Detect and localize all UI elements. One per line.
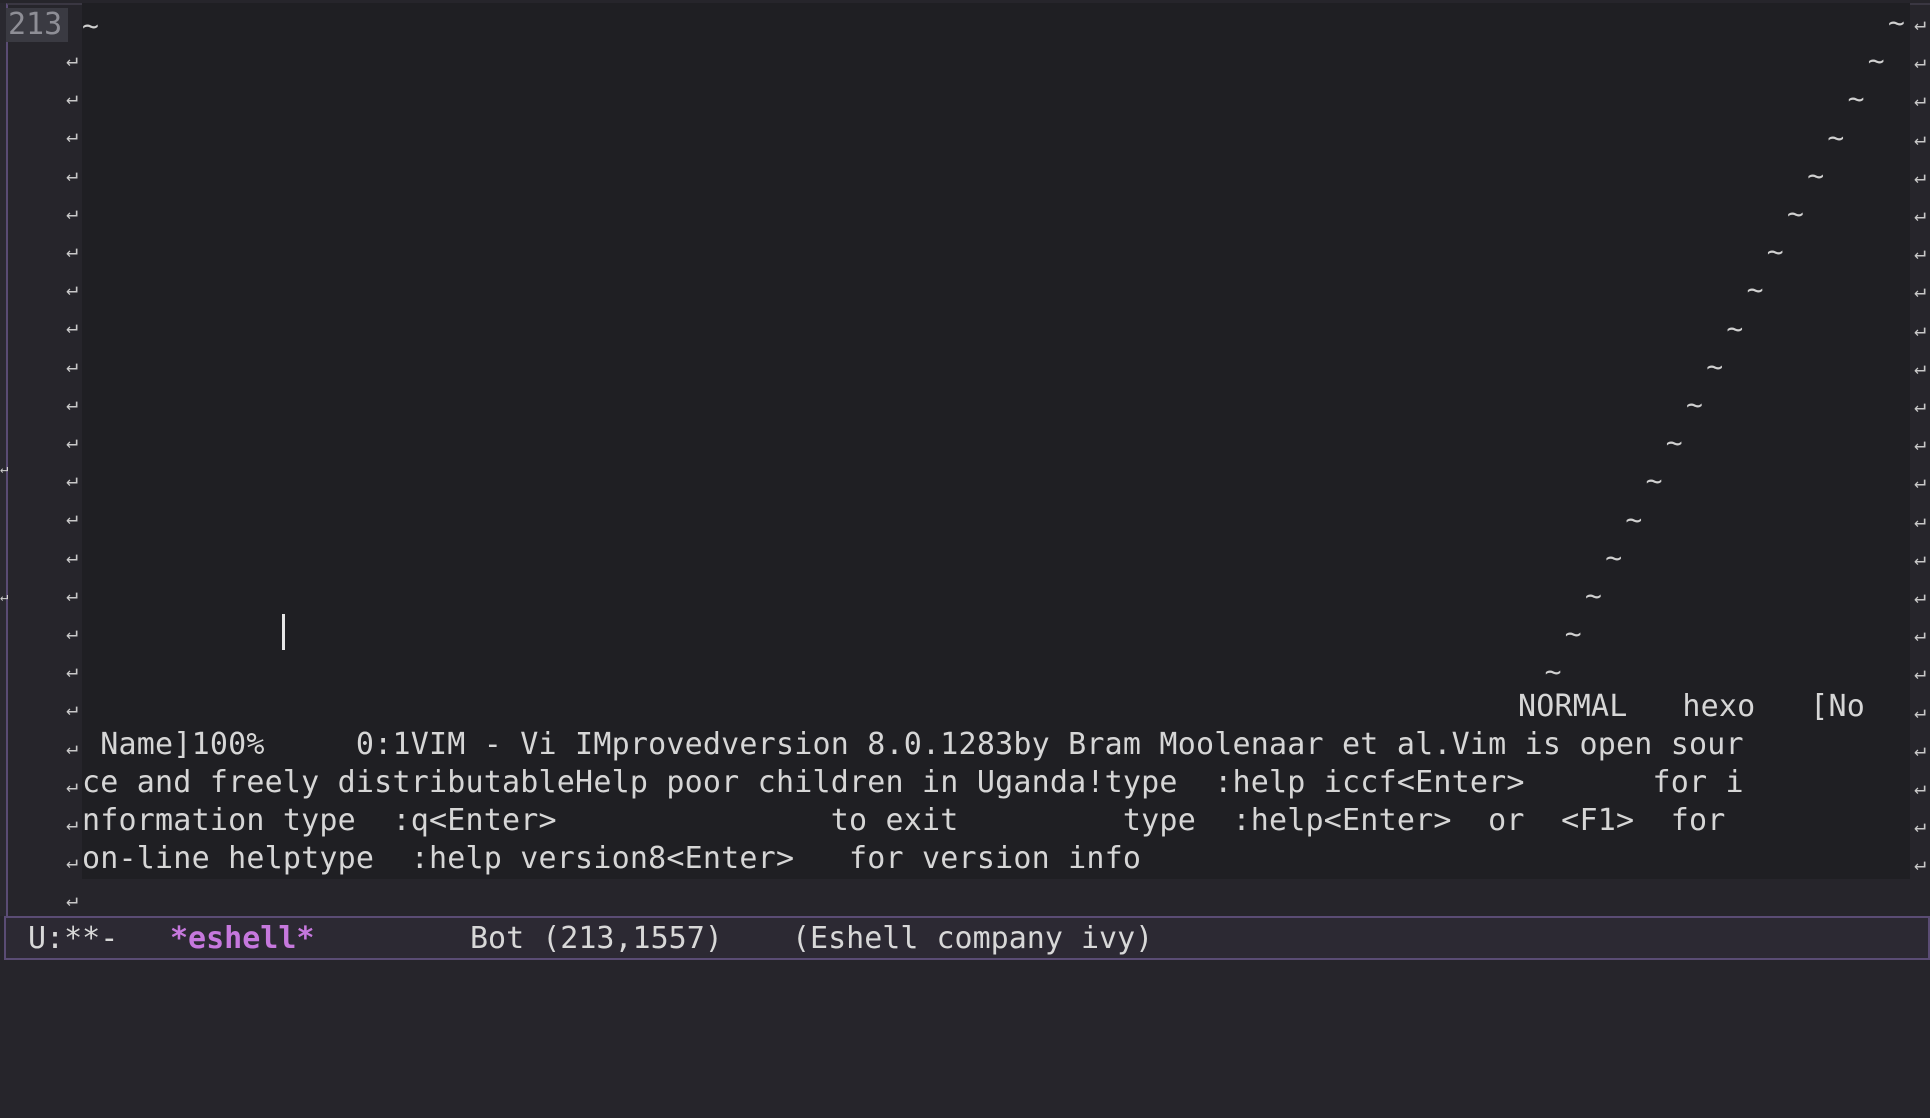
line-wrap-icon: ↵ (65, 658, 79, 683)
line-wrap-icon: ↵ (65, 314, 79, 339)
line-wrap-icon: ↵ (1913, 240, 1927, 265)
line-wrap-icon: ↵ (1913, 316, 1927, 341)
line-wrap-icon: ↵ (1913, 698, 1927, 723)
line-wrap-icon: ↵ (1913, 163, 1927, 188)
line-wrap-icon: ↵ (1913, 202, 1927, 226)
empty-line-tilde: ~ (1766, 235, 1784, 269)
output-line-2: ce and freely distributableHelp poor chi… (82, 765, 1744, 800)
empty-line-tilde: ~ (1827, 120, 1845, 154)
line-wrap-icon: ↵ (65, 429, 79, 453)
line-wrap-icon: ↵ (1913, 775, 1927, 799)
line-wrap-icon: ↵ (1913, 622, 1927, 647)
empty-line-tilde: ~ (1888, 6, 1905, 39)
empty-line-tilde: ~ (1544, 655, 1562, 689)
line-wrap-icon: ↵ (1913, 49, 1927, 74)
empty-line-tilde: ~ (1726, 311, 1744, 345)
line-wrap-icon: ↵ (65, 467, 79, 492)
empty-line-tilde: ~ (1645, 464, 1663, 498)
text-cursor (282, 614, 285, 650)
line-wrap-icon: ↵ (1913, 278, 1927, 303)
empty-line-tilde: ~ (1867, 44, 1885, 78)
line-wrap-icon: ↵ (65, 390, 79, 415)
line-wrap-icon: ↵ (65, 199, 79, 224)
empty-line-tilde: ~ (1847, 82, 1865, 116)
line-wrap-icon: ↵ (1913, 354, 1927, 379)
line-number: 213 (6, 8, 68, 42)
empty-line-tilde: ~ (1605, 540, 1623, 574)
line-wrap-icon: ↵ (1913, 545, 1927, 570)
output-line-4: on-line helptype :help version8<Enter> f… (82, 841, 1142, 876)
modeline-buffer-name[interactable]: *eshell* (170, 919, 315, 959)
fringe-marker-icon: ↵ (0, 461, 9, 477)
line-wrap-icon: ↵ (65, 543, 79, 568)
line-wrap-icon: ↵ (1913, 87, 1927, 112)
line-wrap-icon: ↵ (65, 238, 79, 262)
line-wrap-icon: ↵ (1913, 813, 1927, 838)
empty-line-tilde: ~ (1625, 502, 1643, 536)
line-wrap-icon: ↵ (65, 505, 79, 530)
line-wrap-icon: ↵ (65, 772, 79, 797)
line-wrap-icon: ↵ (1913, 431, 1927, 456)
vim-status-row: NORMAL hexo [No (1518, 689, 1865, 724)
line-wrap-icon: ↵ (1913, 851, 1927, 876)
line-wrap-icon: ↵ (65, 47, 79, 71)
line-wrap-icon: ↵ (65, 620, 79, 644)
line-wrap-icon: ↵ (65, 811, 79, 835)
line-wrap-icon: ↵ (65, 123, 79, 148)
line-wrap-icon: ↵ (1913, 584, 1927, 608)
modeline-modes[interactable]: (Eshell company ivy) (792, 919, 1153, 959)
empty-line-tilde: ~ (1746, 273, 1764, 307)
line-wrap-icon: ↵ (65, 696, 79, 721)
mode-line: U:**- *eshell* Bot (213,1557) (Eshell co… (4, 916, 1930, 960)
empty-line-tilde: ~ (1807, 158, 1825, 192)
line-wrap-icon: ↵ (1913, 469, 1927, 494)
fringe-marker-icon: ↵ (0, 589, 9, 605)
line-wrap-icon: ↵ (65, 85, 79, 110)
output-line-3: nformation type :q<Enter> to exit type :… (82, 803, 1726, 838)
output-line-1: Name]100% 0:1VIM - Vi IMprovedversion 8.… (82, 727, 1744, 762)
empty-line-tilde: ~ (1585, 579, 1602, 612)
empty-line-tilde: ~ (1686, 388, 1703, 421)
modeline-state: U:**- (28, 921, 119, 956)
line-wrap-icon: ↵ (1913, 11, 1927, 35)
line-wrap-icon: ↵ (65, 887, 79, 912)
empty-line-tilde: ~ (82, 9, 99, 42)
modeline-position: Bot (213,1557) (470, 921, 723, 956)
empty-line-tilde: ~ (1706, 349, 1724, 383)
empty-line-tilde: ~ (1564, 617, 1582, 651)
line-wrap-icon: ↵ (65, 352, 79, 377)
line-wrap-icon: ↵ (65, 161, 79, 186)
line-wrap-icon: ↵ (1913, 507, 1927, 532)
line-wrap-icon: ↵ (1913, 736, 1927, 761)
line-wrap-icon: ↵ (65, 849, 79, 874)
line-wrap-icon: ↵ (1913, 125, 1927, 150)
line-wrap-icon: ↵ (65, 276, 79, 301)
empty-line-tilde: ~ (1665, 426, 1683, 460)
line-wrap-icon: ↵ (65, 734, 79, 759)
empty-line-tilde: ~ (1787, 197, 1804, 230)
line-wrap-icon: ↵ (65, 581, 79, 606)
line-wrap-icon: ↵ (1913, 393, 1927, 417)
line-wrap-icon: ↵ (1913, 660, 1927, 685)
